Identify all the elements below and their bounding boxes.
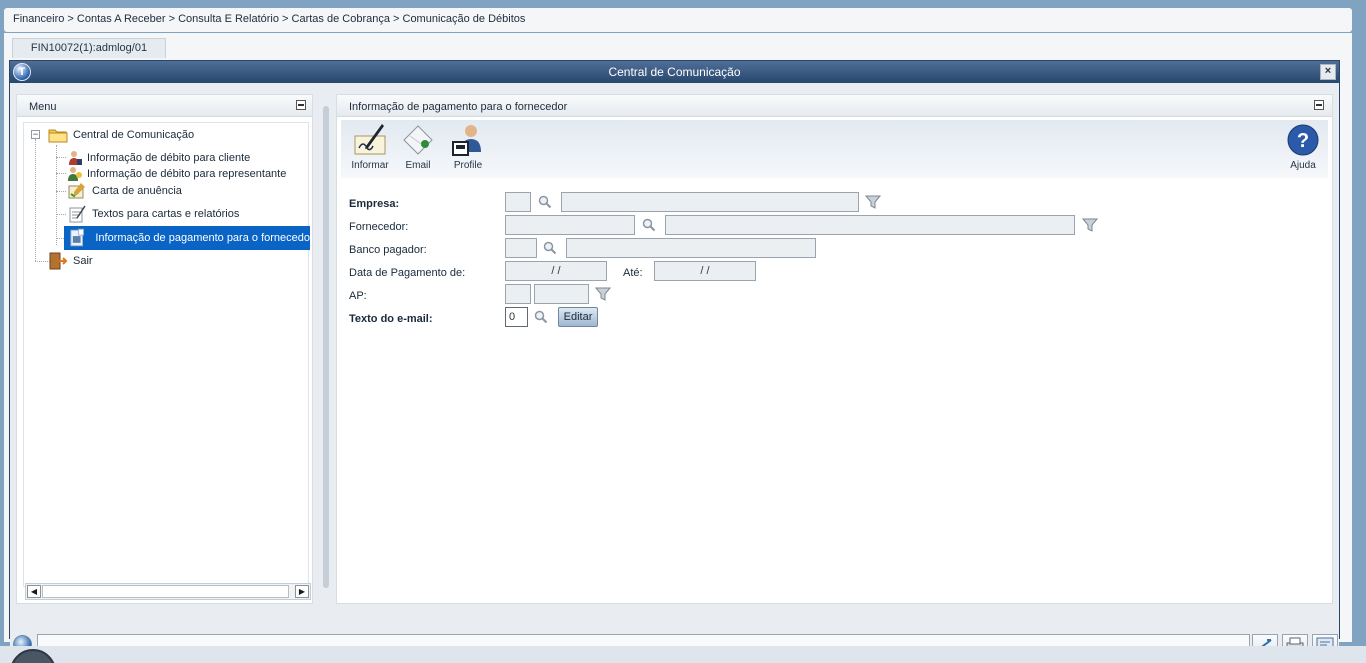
filter-icon[interactable] [865,194,881,210]
panel-splitter[interactable] [323,106,329,588]
profile-label: Profile [453,160,483,171]
menu-panel-title: Menu [29,101,57,113]
breadcrumb: Financeiro > Contas A Receber > Consulta… [13,13,526,25]
tree-item-carta-anuencia[interactable]: Carta de anuência [67,182,182,200]
window-titlebar: T Central de Comunicação × [10,61,1339,83]
banco-name-input[interactable] [566,238,816,258]
svg-text:?: ? [1297,130,1309,152]
search-icon[interactable] [538,195,552,209]
filter-icon[interactable] [595,286,611,302]
minimize-content-button[interactable] [1314,100,1324,110]
data-pagamento-label: Data de Pagamento de: [349,267,466,279]
scroll-thumb[interactable] [42,585,289,598]
collapse-toggle[interactable]: − [31,130,40,139]
help-icon: ? [1287,124,1319,156]
tree-connector [56,173,66,174]
folder-icon [48,129,68,143]
filter-icon[interactable] [1082,217,1098,233]
search-icon[interactable] [642,218,656,232]
close-button[interactable]: × [1320,64,1336,80]
content-panel-header: Informação de pagamento para o fornecedo… [337,95,1332,117]
tree-item-label: Informação de pagamento para o fornecedo [95,232,310,244]
fornecedor-label: Fornecedor: [349,221,409,233]
ate-label: Até: [623,267,643,279]
texto-email-label: Texto do e-mail: [349,313,433,325]
search-icon[interactable] [534,310,548,324]
informar-label: Informar [351,160,389,171]
email-icon [403,125,433,155]
tree-connector [56,157,66,158]
menu-panel-header: Menu [17,95,312,117]
tree-item-debito-representante[interactable]: Informação de débito para representante [67,165,286,183]
empresa-label: Empresa: [349,198,400,210]
banco-pagador-label: Banco pagador: [349,244,427,256]
tree-item-label: Sair [73,255,93,267]
empresa-code-input[interactable] [505,192,531,212]
tree-item-textos-cartas[interactable]: Textos para cartas e relatórios [67,205,239,223]
content-panel: Informação de pagamento para o fornecedo… [336,94,1333,604]
ajuda-label: Ajuda [1290,160,1316,171]
tree-item-label: Carta de anuência [92,185,182,197]
texto-email-input[interactable] [505,307,528,327]
taskbar-strip [0,646,1366,663]
tree-item-label: Textos para cartas e relatórios [92,208,240,220]
email-label: Email [405,160,431,171]
data-pagamento-de-input[interactable] [505,261,607,281]
tree-connector [56,238,64,239]
document-tab[interactable]: FIN10072(1):admlog/01 [12,38,166,58]
data-pagamento-ate-input[interactable] [654,261,756,281]
scroll-right-arrow-icon[interactable]: ▶ [295,585,309,598]
search-icon[interactable] [543,241,557,255]
profile-button[interactable]: Profile [443,122,493,176]
text-edit-icon [69,205,86,223]
window-title: Central de Comunicação [608,65,741,79]
tree-item-label: Informação de débito para cliente [87,152,251,164]
email-button[interactable]: Email [393,122,443,176]
ap-code-input-1[interactable] [505,284,531,304]
informar-button[interactable]: Informar [345,122,395,176]
fornecedor-code-input[interactable] [505,215,635,235]
window-body: Menu − Central de Comunicação Informação… [10,83,1339,659]
fornecedor-name-input[interactable] [665,215,1075,235]
tree-connector [35,139,36,261]
content-panel-title: Informação de pagamento para o fornecedo… [349,101,568,113]
letter-icon [68,183,85,199]
ap-code-input-2[interactable] [534,284,589,304]
scroll-left-arrow-icon[interactable]: ◀ [27,585,41,598]
profile-icon [452,125,481,156]
tree-connector [56,191,66,192]
tree-item-sair[interactable]: Sair [48,252,93,270]
banco-code-input[interactable] [505,238,537,258]
tree-item-central-comunicacao[interactable]: Central de Comunicação [48,126,194,144]
exit-icon [49,252,68,270]
empresa-name-input[interactable] [561,192,859,212]
document-tab-strip: FIN10072(1):admlog/01 [4,33,1352,59]
pen-sign-icon [354,124,386,155]
supplier-doc-icon [70,228,84,247]
central-comunicacao-window: T Central de Comunicação × Menu − Centra… [9,60,1340,659]
menu-tree: − Central de Comunicação Informação de d… [23,122,310,587]
breadcrumb-bar: Financeiro > Contas A Receber > Consulta… [4,8,1352,32]
client-icon [69,151,82,165]
minimize-menu-button[interactable] [296,100,306,110]
menu-horizontal-scrollbar[interactable]: ◀ ▶ [25,583,311,600]
tree-connector [56,214,66,215]
editar-button[interactable]: Editar [558,307,598,327]
tree-item-label: Informação de débito para representante [87,168,287,180]
action-toolbar: Informar Email Profile ? Ajuda [341,120,1328,178]
tree-connector [56,145,57,245]
ap-label: AP: [349,290,367,302]
tree-item-pagamento-fornecedor[interactable]: Informação de pagamento para o fornecedo [64,226,310,250]
ajuda-button[interactable]: ? Ajuda [1278,122,1328,176]
tree-item-label: Central de Comunicação [73,129,195,141]
representative-icon [68,167,82,181]
menu-panel: Menu − Central de Comunicação Informação… [16,94,313,604]
